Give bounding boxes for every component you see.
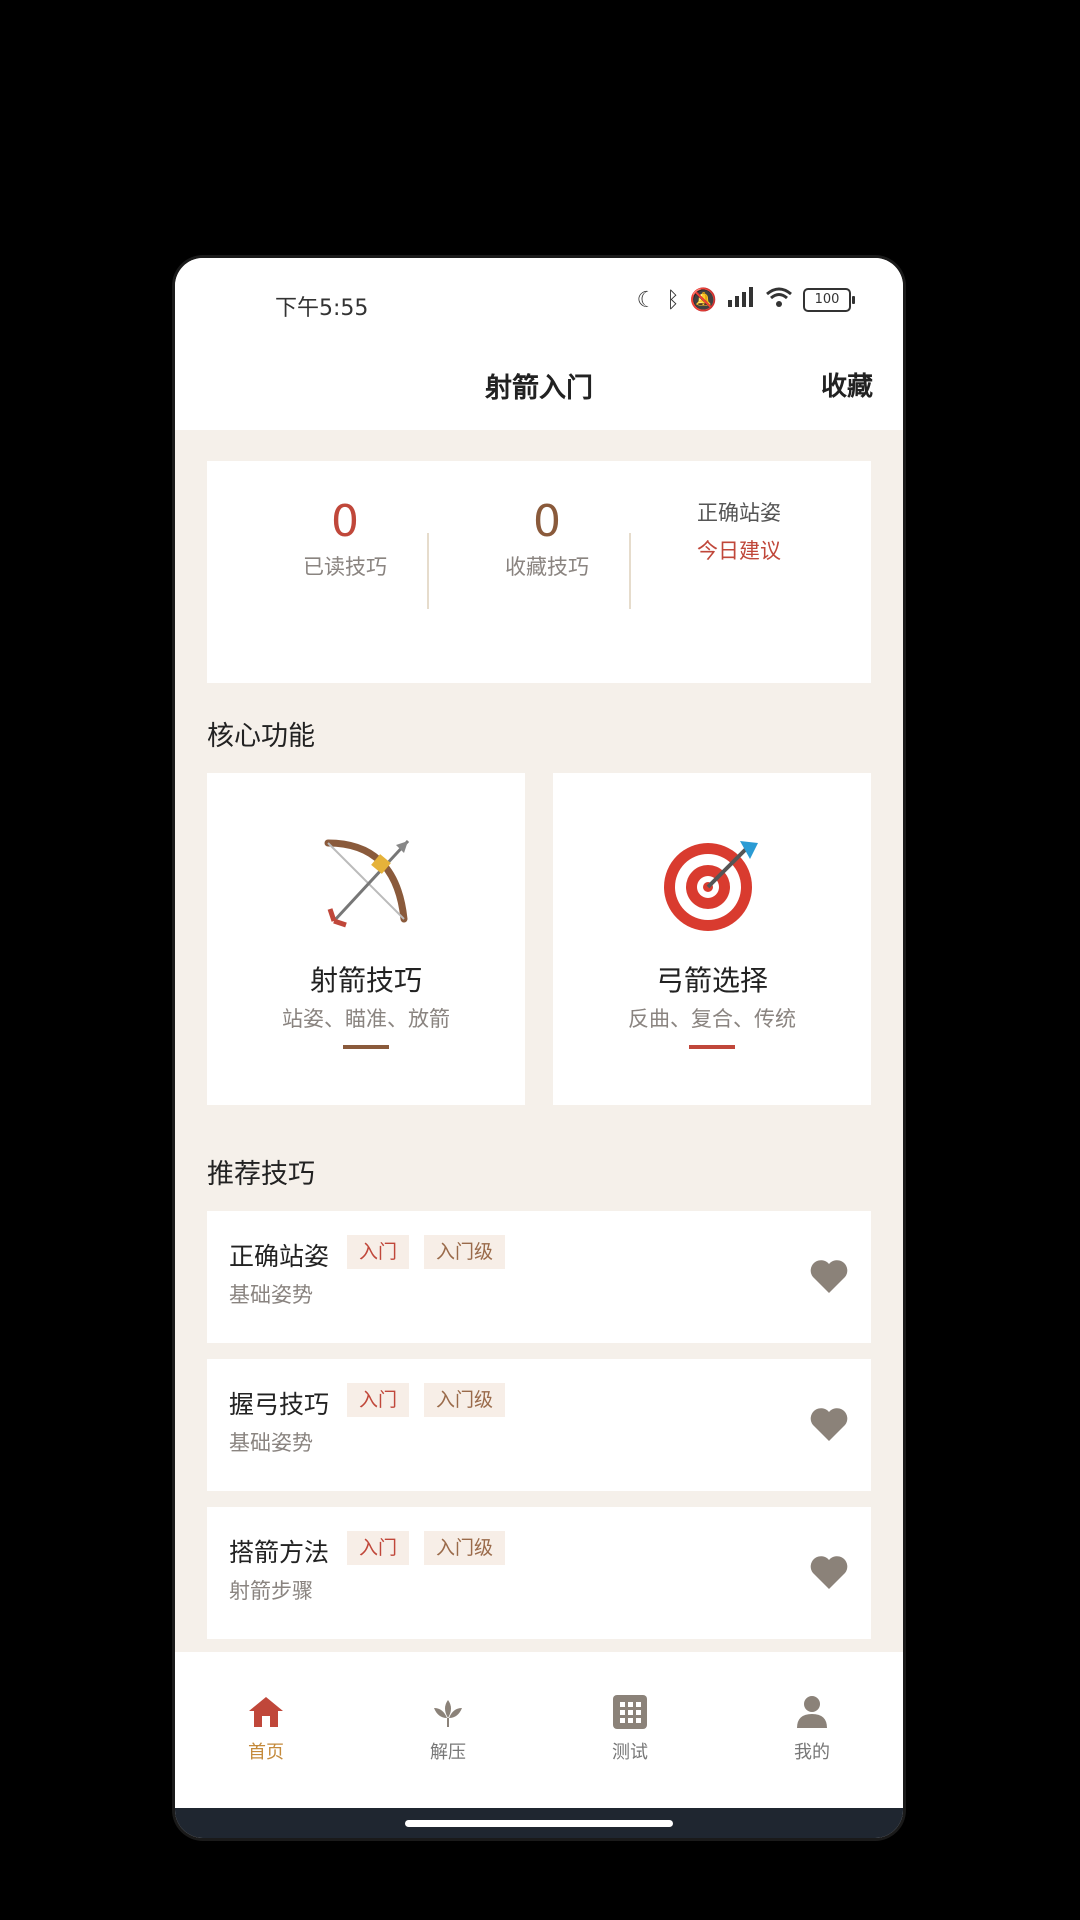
tab-label: 测试 — [612, 1742, 648, 1763]
signal-icon — [727, 286, 755, 314]
level-tag: 入门 — [347, 1383, 410, 1417]
person-icon — [752, 1692, 872, 1732]
tip-category: 基础姿势 — [229, 1431, 313, 1455]
phone-screen: 下午5:55 ☾ ᛒ 🔕 100 射箭入门 收藏 0 已读技巧 0 收藏技巧 正… — [175, 258, 903, 1838]
bluetooth-icon: ᛒ — [666, 287, 680, 313]
grid-icon — [570, 1692, 690, 1732]
read-tips-count: 0 — [331, 496, 359, 547]
favorites-button[interactable]: 收藏 — [821, 366, 873, 403]
feature-desc: 站姿、瞄准、放箭 — [282, 1007, 450, 1031]
feature-accent-bar — [343, 1045, 389, 1049]
heart-icon[interactable] — [809, 1553, 849, 1591]
level-tag: 入门 — [347, 1531, 410, 1565]
difficulty-tag: 入门级 — [424, 1235, 506, 1269]
moon-icon: ☾ — [636, 287, 657, 313]
recommended-section-title: 推荐技巧 — [207, 1159, 315, 1190]
tab-relax[interactable]: 解压 — [388, 1692, 508, 1764]
read-tips-stat[interactable]: 0 已读技巧 — [245, 497, 445, 581]
status-time: 下午5:55 — [275, 296, 369, 321]
feature-accent-bar — [689, 1045, 735, 1049]
battery-icon: 100 — [803, 288, 855, 312]
tip-category: 射箭步骤 — [229, 1579, 313, 1603]
page-title: 射箭入门 — [485, 373, 593, 404]
difficulty-tag: 入门级 — [424, 1383, 506, 1417]
app-bar: 射箭入门 收藏 — [175, 348, 903, 430]
lotus-icon — [388, 1692, 508, 1732]
status-bar: 下午5:55 ☾ ᛒ 🔕 100 — [175, 258, 903, 348]
core-section-title: 核心功能 — [207, 721, 315, 752]
tab-mine[interactable]: 我的 — [752, 1692, 872, 1764]
tab-test[interactable]: 测试 — [570, 1692, 690, 1764]
difficulty-tag: 入门级 — [424, 1531, 506, 1565]
tip-category: 基础姿势 — [229, 1283, 313, 1307]
heart-icon[interactable] — [809, 1405, 849, 1443]
read-tips-label: 已读技巧 — [303, 555, 387, 579]
stat-divider — [629, 533, 631, 609]
level-tag: 入门 — [347, 1235, 410, 1269]
bottom-tab-bar: 首页 解压 测试 我的 — [175, 1652, 903, 1808]
stat-divider — [427, 533, 429, 609]
fav-tips-count: 0 — [533, 496, 561, 547]
fav-tips-label: 收藏技巧 — [505, 555, 589, 579]
tip-name: 搭箭方法 — [229, 1538, 330, 1567]
feature-title: 弓箭选择 — [655, 964, 768, 997]
list-item[interactable]: 正确站姿 入门 入门级 基础姿势 — [207, 1211, 871, 1343]
fav-tips-stat[interactable]: 0 收藏技巧 — [447, 497, 647, 581]
tip-name: 正确站姿 — [229, 1242, 330, 1271]
daily-tip-title[interactable]: 正确站姿 — [697, 497, 781, 527]
feature-card-archery-skills[interactable]: 射箭技巧 站姿、瞄准、放箭 — [207, 773, 525, 1105]
stats-card: 0 已读技巧 0 收藏技巧 正确站姿 今日建议 — [207, 461, 871, 683]
wifi-icon — [765, 286, 793, 314]
mute-icon: 🔕 — [689, 287, 717, 313]
heart-icon[interactable] — [809, 1257, 849, 1295]
list-item[interactable]: 搭箭方法 入门 入门级 射箭步骤 — [207, 1507, 871, 1639]
feature-card-bow-selection[interactable]: 弓箭选择 反曲、复合、传统 — [553, 773, 871, 1105]
tab-label: 首页 — [248, 1742, 284, 1763]
daily-tip-label: 今日建议 — [697, 539, 781, 563]
feature-desc: 反曲、复合、传统 — [628, 1007, 796, 1031]
status-icons: ☾ ᛒ 🔕 100 — [636, 286, 855, 314]
target-icon — [553, 833, 871, 933]
home-indicator[interactable] — [405, 1820, 673, 1827]
tab-home[interactable]: 首页 — [206, 1692, 326, 1764]
feature-title: 射箭技巧 — [309, 964, 422, 997]
bow-and-arrow-icon — [207, 833, 525, 933]
home-icon — [206, 1692, 326, 1732]
list-item[interactable]: 握弓技巧 入门 入门级 基础姿势 — [207, 1359, 871, 1491]
tab-label: 我的 — [794, 1742, 830, 1763]
tab-label: 解压 — [430, 1742, 466, 1763]
tip-name: 握弓技巧 — [229, 1390, 330, 1419]
